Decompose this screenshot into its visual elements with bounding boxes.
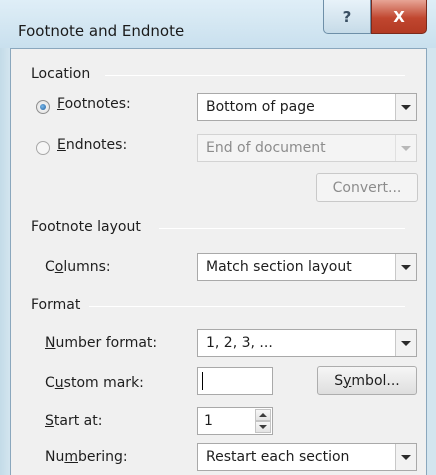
endnotes-position-value: End of document [206, 140, 326, 156]
columns-select[interactable]: Match section layout [197, 253, 417, 281]
spinner-buttons [255, 409, 271, 433]
endnotes-position-select[interactable]: End of document [197, 134, 417, 162]
spin-up-icon [259, 413, 267, 417]
endnotes-label-text: ndnotes: [65, 137, 128, 153]
custom-mark-input[interactable] [197, 367, 273, 395]
custom-mark-label-accesskey: u [54, 375, 64, 391]
footnote-layout-divider [159, 228, 405, 229]
custom-mark-label-text: stom mark: [63, 375, 144, 391]
symbol-button-pre: S [334, 372, 344, 389]
window-frame-right [427, 48, 436, 475]
symbol-button-accesskey: y [343, 372, 352, 389]
radio-selected-dot [40, 104, 46, 110]
help-button[interactable]: ? [323, 0, 371, 34]
custom-mark-label[interactable]: Custom mark: [45, 375, 144, 391]
endnotes-label-accesskey: E [57, 137, 66, 153]
number-format-label-text: umber format: [55, 335, 158, 351]
start-at-label-text: tart at: [53, 413, 103, 429]
dialog-body: Location Footnotes: Bottom of page Endno… [10, 48, 427, 475]
start-at-spinner[interactable]: 1 [197, 407, 273, 435]
location-divider [105, 75, 405, 76]
start-at-label[interactable]: Start at: [45, 413, 102, 429]
convert-button[interactable]: Convert... [316, 173, 418, 202]
close-icon: X [393, 7, 405, 26]
numbering-value: Restart each section [206, 449, 350, 465]
columns-label-text: lumns: [63, 259, 111, 275]
footnotes-label-text: ootnotes: [64, 96, 131, 112]
question-icon: ? [342, 7, 352, 26]
footnotes-position-value: Bottom of page [206, 99, 315, 115]
number-format-select[interactable]: 1, 2, 3, ... [197, 329, 417, 357]
footnotes-radio[interactable] [36, 100, 50, 114]
numbering-select[interactable]: Restart each section [197, 443, 417, 471]
footnote-layout-heading: Footnote layout [31, 219, 141, 235]
number-format-label-accesskey: N [45, 335, 56, 351]
footnotes-position-select[interactable]: Bottom of page [197, 93, 417, 121]
numbering-label-accesskey: m [64, 449, 78, 465]
dropdown-button[interactable] [395, 135, 416, 161]
spin-up-button[interactable] [255, 409, 271, 421]
columns-label-pre: C [45, 259, 55, 275]
number-format-label[interactable]: Number format: [45, 335, 157, 351]
dropdown-button[interactable] [395, 330, 416, 356]
chevron-down-icon [401, 265, 411, 270]
chevron-down-icon [401, 455, 411, 460]
numbering-label-pre: Nu [45, 449, 65, 465]
chevron-down-icon [401, 341, 411, 346]
location-heading: Location [31, 66, 91, 82]
spin-down-icon [259, 425, 267, 429]
endnotes-radio[interactable] [36, 141, 50, 155]
dropdown-button[interactable] [395, 94, 416, 120]
number-format-value: 1, 2, 3, ... [206, 335, 273, 351]
start-at-value: 1 [204, 413, 213, 429]
start-at-label-accesskey: S [45, 413, 54, 429]
dropdown-button[interactable] [395, 444, 416, 470]
symbol-button[interactable]: Sy mbol... [317, 366, 417, 395]
dropdown-button[interactable] [395, 254, 416, 280]
numbering-label[interactable]: Numbering: [45, 449, 128, 465]
endnotes-label[interactable]: Endnotes: [57, 137, 127, 153]
text-caret [202, 372, 203, 390]
chevron-down-icon [401, 146, 411, 151]
window-frame-left [0, 48, 10, 475]
numbering-label-text: bering: [78, 449, 128, 465]
dialog-title: Footnote and Endnote [18, 22, 185, 40]
footnotes-label-accesskey: F [57, 96, 65, 112]
symbol-button-text: mbol... [351, 372, 400, 389]
close-button[interactable]: X [371, 0, 427, 34]
columns-value: Match section layout [206, 259, 352, 275]
format-divider [89, 306, 405, 307]
format-heading: Format [31, 297, 81, 313]
footnotes-label[interactable]: Footnotes: [57, 96, 131, 112]
columns-label[interactable]: Columns: [45, 259, 111, 275]
custom-mark-label-pre: C [45, 375, 55, 391]
chevron-down-icon [401, 105, 411, 110]
spin-down-button[interactable] [255, 421, 271, 433]
